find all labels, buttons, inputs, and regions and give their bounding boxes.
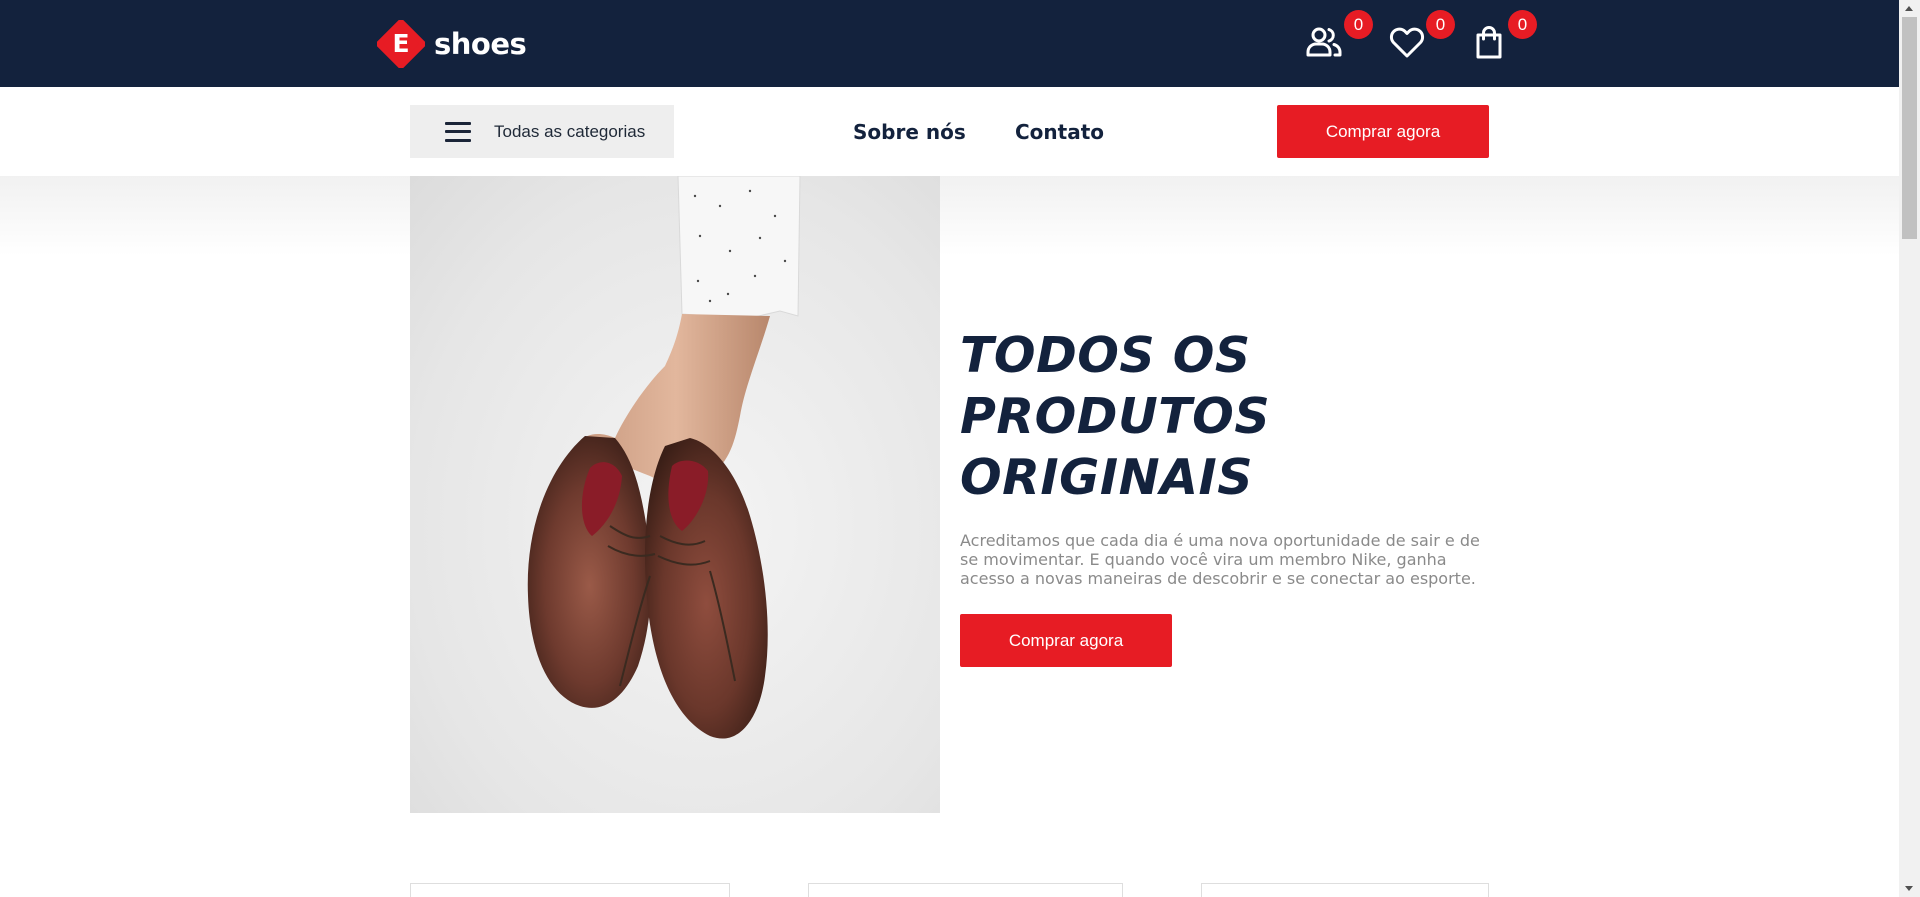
all-categories-label: Todas as categorias — [494, 121, 646, 141]
logo-letter: E — [392, 29, 410, 58]
scroll-down-arrow-icon[interactable] — [1899, 880, 1920, 897]
logo-mark-icon: E — [377, 20, 425, 68]
heart-icon[interactable] — [1387, 22, 1427, 62]
scroll-up-arrow-icon[interactable] — [1899, 0, 1920, 17]
hero-description: Acreditamos que cada dia é uma nova opor… — [960, 531, 1480, 588]
hero-buy-now-button[interactable]: Comprar agora — [960, 614, 1172, 667]
wishlist-count-badge: 0 — [1426, 10, 1455, 39]
nav-buy-now-button[interactable]: Comprar agora — [1277, 105, 1489, 158]
product-card[interactable] — [808, 883, 1123, 897]
users-icon[interactable] — [1304, 22, 1344, 62]
main-nav: Todas as categorias Sobre nós Contato Co… — [0, 87, 1899, 176]
hero-image — [410, 176, 940, 813]
brand-logo[interactable]: E shoes — [377, 20, 527, 68]
nav-link-about[interactable]: Sobre nós — [853, 120, 966, 144]
users-count-badge: 0 — [1344, 10, 1373, 39]
hero-title: TODOS OS PRODUTOS ORIGINAIS — [960, 325, 1430, 508]
brand-name: shoes — [434, 27, 527, 61]
hero-title-line: PRODUTOS — [960, 388, 1271, 445]
cart-count-badge: 0 — [1508, 10, 1537, 39]
nav-link-contact[interactable]: Contato — [1015, 120, 1104, 144]
hero-title-line: TODOS OS — [960, 327, 1251, 384]
product-card[interactable] — [410, 883, 730, 897]
header-shadow — [0, 176, 1899, 256]
scroll-thumb[interactable] — [1902, 17, 1917, 239]
menu-icon — [445, 121, 471, 142]
product-card[interactable] — [1201, 883, 1489, 897]
top-header: E shoes 0 0 0 — [0, 0, 1899, 87]
hero-title-line: ORIGINAIS — [960, 449, 1254, 506]
vertical-scrollbar[interactable] — [1899, 0, 1920, 897]
all-categories-button[interactable]: Todas as categorias — [410, 105, 674, 158]
shopping-bag-icon[interactable] — [1469, 22, 1509, 62]
